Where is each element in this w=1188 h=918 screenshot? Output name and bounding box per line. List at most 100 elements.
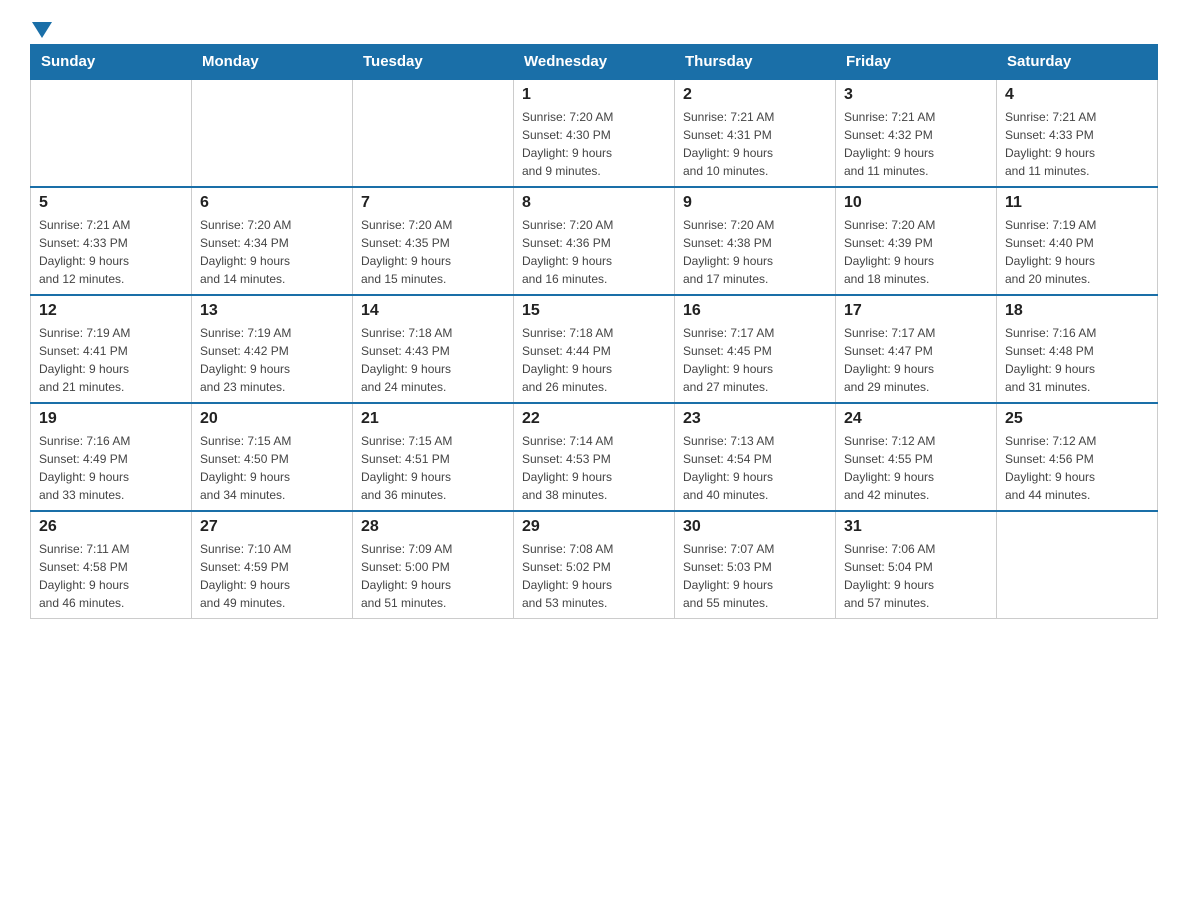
day-number: 10 — [844, 194, 988, 212]
column-header-monday: Monday — [192, 45, 353, 80]
calendar-cell: 23 Sunrise: 7:13 AM Sunset: 4:54 PM Dayli… — [675, 403, 836, 511]
logo — [30, 20, 52, 34]
day-number: 9 — [683, 194, 827, 212]
day-number: 28 — [361, 518, 505, 536]
column-header-thursday: Thursday — [675, 45, 836, 80]
calendar-cell: 22 Sunrise: 7:14 AM Sunset: 4:53 PM Dayli… — [514, 403, 675, 511]
day-number: 1 — [522, 86, 666, 104]
day-info: Sunrise: 7:14 AM Sunset: 4:53 PM Dayligh… — [522, 432, 666, 504]
day-number: 18 — [1005, 302, 1149, 320]
column-header-friday: Friday — [836, 45, 997, 80]
day-number: 27 — [200, 518, 344, 536]
calendar-cell: 3 Sunrise: 7:21 AM Sunset: 4:32 PM Daylig… — [836, 79, 997, 187]
day-number: 31 — [844, 518, 988, 536]
day-info: Sunrise: 7:18 AM Sunset: 4:44 PM Dayligh… — [522, 324, 666, 396]
day-info: Sunrise: 7:07 AM Sunset: 5:03 PM Dayligh… — [683, 540, 827, 612]
day-number: 7 — [361, 194, 505, 212]
calendar-week-row: 19Sunrise: 7:16 AM Sunset: 4:49 PM Dayli… — [31, 403, 1158, 511]
day-number: 15 — [522, 302, 666, 320]
calendar-cell: 1 Sunrise: 7:20 AM Sunset: 4:30 PM Daylig… — [514, 79, 675, 187]
day-number: 2 — [683, 86, 827, 104]
calendar-week-row: 1 Sunrise: 7:20 AM Sunset: 4:30 PM Daylig… — [31, 79, 1158, 187]
calendar-cell: 7 Sunrise: 7:20 AM Sunset: 4:35 PM Daylig… — [353, 187, 514, 295]
calendar-cell: 30 Sunrise: 7:07 AM Sunset: 5:03 PM Dayli… — [675, 511, 836, 619]
day-info: Sunrise: 7:20 AM Sunset: 4:38 PM Dayligh… — [683, 216, 827, 288]
day-info: Sunrise: 7:15 AM Sunset: 4:50 PM Dayligh… — [200, 432, 344, 504]
calendar-week-row: 5 Sunrise: 7:21 AM Sunset: 4:33 PM Daylig… — [31, 187, 1158, 295]
day-info: Sunrise: 7:10 AM Sunset: 4:59 PM Dayligh… — [200, 540, 344, 612]
day-number: 23 — [683, 410, 827, 428]
day-info: Sunrise: 7:20 AM Sunset: 4:39 PM Dayligh… — [844, 216, 988, 288]
day-info: Sunrise: 7:09 AM Sunset: 5:00 PM Dayligh… — [361, 540, 505, 612]
calendar-table: SundayMondayTuesdayWednesdayThursdayFrid… — [30, 44, 1158, 619]
calendar-week-row: 12 Sunrise: 7:19 AM Sunset: 4:41 PM Dayli… — [31, 295, 1158, 403]
page-header — [30, 20, 1158, 34]
column-header-tuesday: Tuesday — [353, 45, 514, 80]
calendar-cell: 19Sunrise: 7:16 AM Sunset: 4:49 PM Dayli… — [31, 403, 192, 511]
day-info: Sunrise: 7:16 AM Sunset: 4:49 PM Dayligh… — [39, 432, 183, 504]
day-info: Sunrise: 7:21 AM Sunset: 4:33 PM Dayligh… — [39, 216, 183, 288]
calendar-cell: 21 Sunrise: 7:15 AM Sunset: 4:51 PM Dayli… — [353, 403, 514, 511]
day-number: 25 — [1005, 410, 1149, 428]
day-number: 13 — [200, 302, 344, 320]
day-info: Sunrise: 7:12 AM Sunset: 4:55 PM Dayligh… — [844, 432, 988, 504]
calendar-cell: 11 Sunrise: 7:19 AM Sunset: 4:40 PM Dayli… — [997, 187, 1158, 295]
day-info: Sunrise: 7:15 AM Sunset: 4:51 PM Dayligh… — [361, 432, 505, 504]
day-number: 17 — [844, 302, 988, 320]
day-info: Sunrise: 7:16 AM Sunset: 4:48 PM Dayligh… — [1005, 324, 1149, 396]
day-number: 11 — [1005, 194, 1149, 212]
day-number: 12 — [39, 302, 183, 320]
calendar-cell: 9 Sunrise: 7:20 AM Sunset: 4:38 PM Daylig… — [675, 187, 836, 295]
calendar-cell: 13 Sunrise: 7:19 AM Sunset: 4:42 PM Dayli… — [192, 295, 353, 403]
day-number: 29 — [522, 518, 666, 536]
calendar-cell: 24 Sunrise: 7:12 AM Sunset: 4:55 PM Dayli… — [836, 403, 997, 511]
column-header-sunday: Sunday — [31, 45, 192, 80]
day-info: Sunrise: 7:19 AM Sunset: 4:41 PM Dayligh… — [39, 324, 183, 396]
calendar-cell: 16 Sunrise: 7:17 AM Sunset: 4:45 PM Dayli… — [675, 295, 836, 403]
calendar-cell: 29 Sunrise: 7:08 AM Sunset: 5:02 PM Dayli… — [514, 511, 675, 619]
calendar-cell — [192, 79, 353, 187]
day-number: 22 — [522, 410, 666, 428]
calendar-cell: 20 Sunrise: 7:15 AM Sunset: 4:50 PM Dayli… — [192, 403, 353, 511]
calendar-cell: 12 Sunrise: 7:19 AM Sunset: 4:41 PM Dayli… — [31, 295, 192, 403]
day-info: Sunrise: 7:21 AM Sunset: 4:32 PM Dayligh… — [844, 108, 988, 180]
calendar-week-row: 26Sunrise: 7:11 AM Sunset: 4:58 PM Dayli… — [31, 511, 1158, 619]
calendar-cell — [353, 79, 514, 187]
day-number: 5 — [39, 194, 183, 212]
day-number: 16 — [683, 302, 827, 320]
calendar-cell: 17 Sunrise: 7:17 AM Sunset: 4:47 PM Dayli… — [836, 295, 997, 403]
column-header-saturday: Saturday — [997, 45, 1158, 80]
calendar-cell: 8Sunrise: 7:20 AM Sunset: 4:36 PM Daylig… — [514, 187, 675, 295]
day-info: Sunrise: 7:19 AM Sunset: 4:42 PM Dayligh… — [200, 324, 344, 396]
day-number: 6 — [200, 194, 344, 212]
day-info: Sunrise: 7:13 AM Sunset: 4:54 PM Dayligh… — [683, 432, 827, 504]
day-number: 3 — [844, 86, 988, 104]
calendar-cell: 18 Sunrise: 7:16 AM Sunset: 4:48 PM Dayli… — [997, 295, 1158, 403]
calendar-cell: 28 Sunrise: 7:09 AM Sunset: 5:00 PM Dayli… — [353, 511, 514, 619]
day-number: 20 — [200, 410, 344, 428]
day-info: Sunrise: 7:17 AM Sunset: 4:47 PM Dayligh… — [844, 324, 988, 396]
calendar-cell: 27 Sunrise: 7:10 AM Sunset: 4:59 PM Dayli… — [192, 511, 353, 619]
logo-triangle-icon — [32, 22, 52, 38]
day-number: 21 — [361, 410, 505, 428]
calendar-cell: 2 Sunrise: 7:21 AM Sunset: 4:31 PM Daylig… — [675, 79, 836, 187]
day-info: Sunrise: 7:17 AM Sunset: 4:45 PM Dayligh… — [683, 324, 827, 396]
calendar-header-row: SundayMondayTuesdayWednesdayThursdayFrid… — [31, 45, 1158, 80]
day-number: 4 — [1005, 86, 1149, 104]
day-number: 30 — [683, 518, 827, 536]
calendar-cell: 15 Sunrise: 7:18 AM Sunset: 4:44 PM Dayli… — [514, 295, 675, 403]
day-info: Sunrise: 7:11 AM Sunset: 4:58 PM Dayligh… — [39, 540, 183, 612]
calendar-cell: 14Sunrise: 7:18 AM Sunset: 4:43 PM Dayli… — [353, 295, 514, 403]
calendar-cell: 26Sunrise: 7:11 AM Sunset: 4:58 PM Dayli… — [31, 511, 192, 619]
day-info: Sunrise: 7:20 AM Sunset: 4:35 PM Dayligh… — [361, 216, 505, 288]
calendar-cell: 10 Sunrise: 7:20 AM Sunset: 4:39 PM Dayli… — [836, 187, 997, 295]
day-info: Sunrise: 7:18 AM Sunset: 4:43 PM Dayligh… — [361, 324, 505, 396]
calendar-cell: 4Sunrise: 7:21 AM Sunset: 4:33 PM Daylig… — [997, 79, 1158, 187]
day-info: Sunrise: 7:21 AM Sunset: 4:31 PM Dayligh… — [683, 108, 827, 180]
calendar-cell: 31Sunrise: 7:06 AM Sunset: 5:04 PM Dayli… — [836, 511, 997, 619]
day-info: Sunrise: 7:20 AM Sunset: 4:30 PM Dayligh… — [522, 108, 666, 180]
day-info: Sunrise: 7:08 AM Sunset: 5:02 PM Dayligh… — [522, 540, 666, 612]
day-number: 24 — [844, 410, 988, 428]
calendar-cell: 5 Sunrise: 7:21 AM Sunset: 4:33 PM Daylig… — [31, 187, 192, 295]
day-info: Sunrise: 7:19 AM Sunset: 4:40 PM Dayligh… — [1005, 216, 1149, 288]
